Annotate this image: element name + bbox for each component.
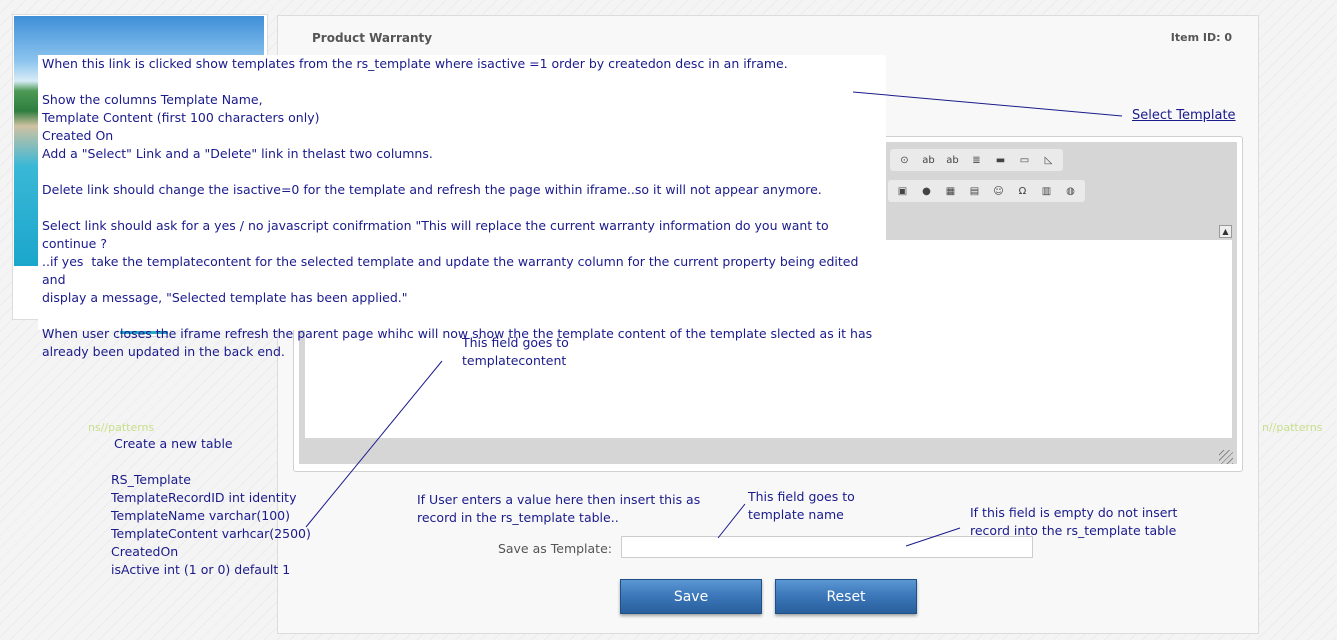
connector-empty-field [905, 527, 961, 547]
connector-template-name [717, 503, 746, 539]
annotation-connector-lines [305, 91, 1123, 547]
connector-templatecontent [305, 360, 443, 528]
connector-select-template [852, 91, 1123, 117]
